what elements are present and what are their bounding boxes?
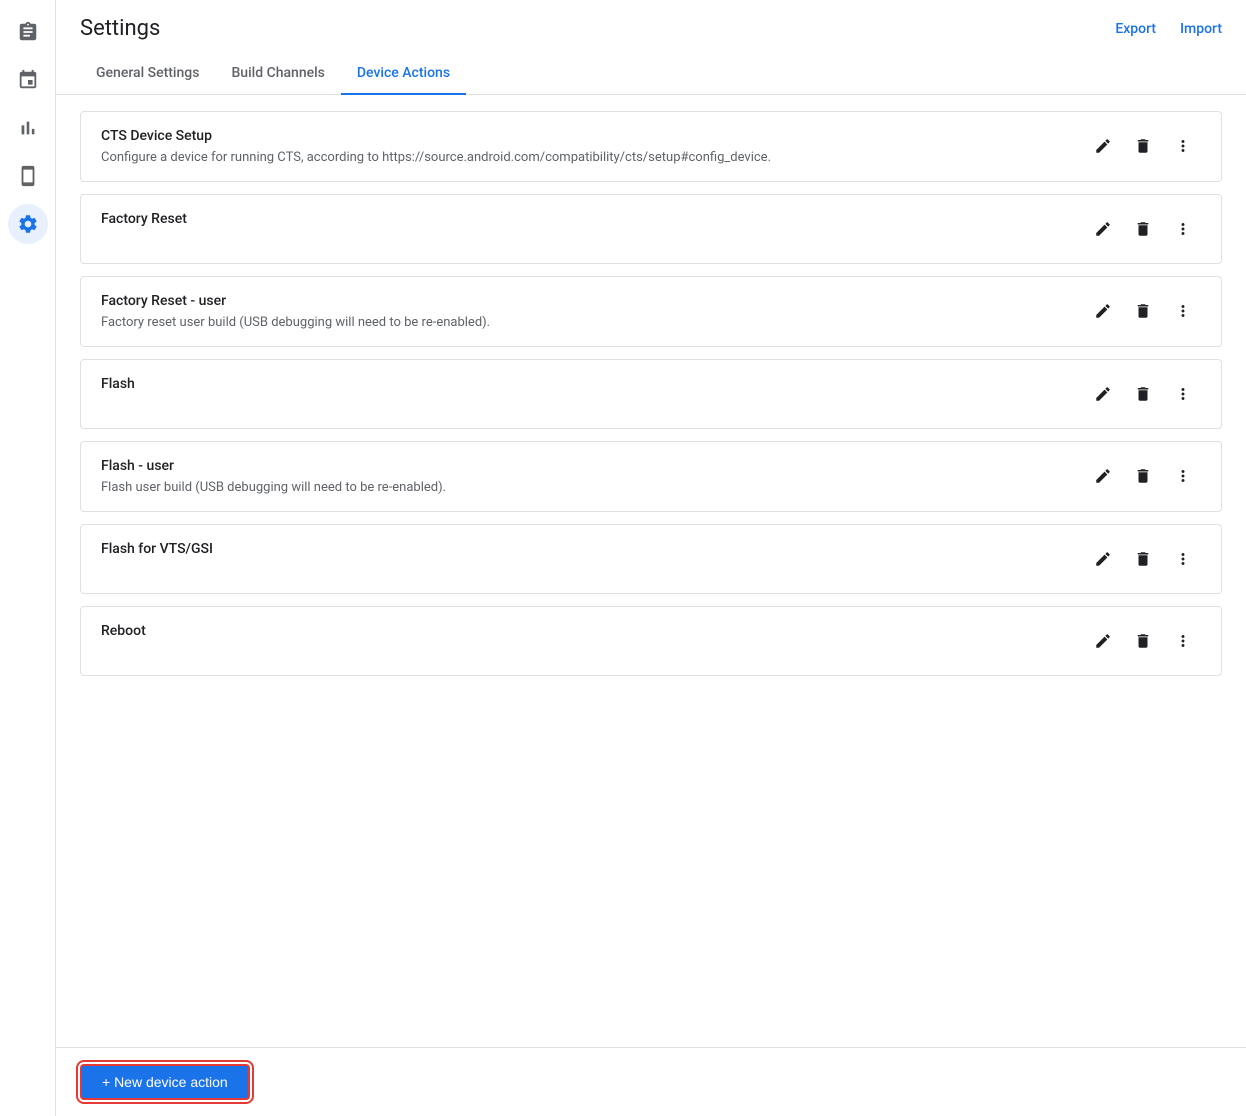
action-title: Flash <box>101 376 1069 392</box>
page-title: Settings <box>80 16 160 41</box>
edit-button[interactable] <box>1085 458 1121 494</box>
delete-button[interactable] <box>1125 128 1161 164</box>
action-description: Flash user build (USB debugging will nee… <box>101 480 1069 495</box>
more-button[interactable] <box>1165 128 1201 164</box>
edit-button[interactable] <box>1085 293 1121 329</box>
more-button[interactable] <box>1165 376 1201 412</box>
action-controls <box>1085 128 1201 164</box>
action-card-factory-reset: Factory Reset <box>80 194 1222 264</box>
action-controls <box>1085 458 1201 494</box>
sidebar-item-device[interactable] <box>8 156 48 196</box>
sidebar-item-settings[interactable] <box>8 204 48 244</box>
delete-button[interactable] <box>1125 293 1161 329</box>
page-header: Settings Export Import <box>56 0 1246 41</box>
action-title: CTS Device Setup <box>101 128 1069 144</box>
content-area: CTS Device Setup Configure a device for … <box>56 95 1246 1047</box>
more-button[interactable] <box>1165 541 1201 577</box>
action-card-flash: Flash <box>80 359 1222 429</box>
more-button[interactable] <box>1165 293 1201 329</box>
tabs-bar: General Settings Build Channels Device A… <box>56 53 1246 95</box>
main-content: Settings Export Import General Settings … <box>56 0 1246 1116</box>
action-controls <box>1085 293 1201 329</box>
action-card-left: Flash <box>101 376 1069 398</box>
edit-button[interactable] <box>1085 211 1121 247</box>
action-card-left: Reboot <box>101 623 1069 645</box>
edit-button[interactable] <box>1085 376 1121 412</box>
delete-button[interactable] <box>1125 541 1161 577</box>
edit-button[interactable] <box>1085 541 1121 577</box>
action-card-left: CTS Device Setup Configure a device for … <box>101 128 1069 165</box>
more-button[interactable] <box>1165 211 1201 247</box>
new-device-action-button[interactable]: + New device action <box>80 1064 250 1100</box>
action-controls <box>1085 623 1201 659</box>
action-card-left: Factory Reset - user Factory reset user … <box>101 293 1069 330</box>
bottom-bar: + New device action <box>56 1047 1246 1116</box>
action-controls <box>1085 211 1201 247</box>
edit-button[interactable] <box>1085 623 1121 659</box>
action-card-left: Flash - user Flash user build (USB debug… <box>101 458 1069 495</box>
action-card-left: Flash for VTS/GSI <box>101 541 1069 563</box>
more-button[interactable] <box>1165 458 1201 494</box>
sidebar-item-calendar[interactable] <box>8 60 48 100</box>
action-title: Flash for VTS/GSI <box>101 541 1069 557</box>
tab-build-channels[interactable]: Build Channels <box>215 53 340 95</box>
action-description: Configure a device for running CTS, acco… <box>101 150 1069 165</box>
action-description: Factory reset user build (USB debugging … <box>101 315 1069 330</box>
action-card-reboot: Reboot <box>80 606 1222 676</box>
action-title: Flash - user <box>101 458 1069 474</box>
action-card-left: Factory Reset <box>101 211 1069 233</box>
action-title: Reboot <box>101 623 1069 639</box>
action-controls <box>1085 541 1201 577</box>
action-card-cts-device-setup: CTS Device Setup Configure a device for … <box>80 111 1222 182</box>
export-link[interactable]: Export <box>1115 21 1156 37</box>
action-card-factory-reset-user: Factory Reset - user Factory reset user … <box>80 276 1222 347</box>
more-button[interactable] <box>1165 623 1201 659</box>
action-card-flash-vts-gsi: Flash for VTS/GSI <box>80 524 1222 594</box>
tab-general-settings[interactable]: General Settings <box>80 53 215 95</box>
delete-button[interactable] <box>1125 376 1161 412</box>
header-actions: Export Import <box>1115 21 1222 37</box>
sidebar-item-clipboard[interactable] <box>8 12 48 52</box>
import-link[interactable]: Import <box>1180 21 1222 37</box>
action-title: Factory Reset <box>101 211 1069 227</box>
delete-button[interactable] <box>1125 211 1161 247</box>
action-title: Factory Reset - user <box>101 293 1069 309</box>
delete-button[interactable] <box>1125 623 1161 659</box>
tab-device-actions[interactable]: Device Actions <box>341 53 466 95</box>
action-controls <box>1085 376 1201 412</box>
sidebar <box>0 0 56 1116</box>
action-card-flash-user: Flash - user Flash user build (USB debug… <box>80 441 1222 512</box>
delete-button[interactable] <box>1125 458 1161 494</box>
edit-button[interactable] <box>1085 128 1121 164</box>
sidebar-item-chart[interactable] <box>8 108 48 148</box>
